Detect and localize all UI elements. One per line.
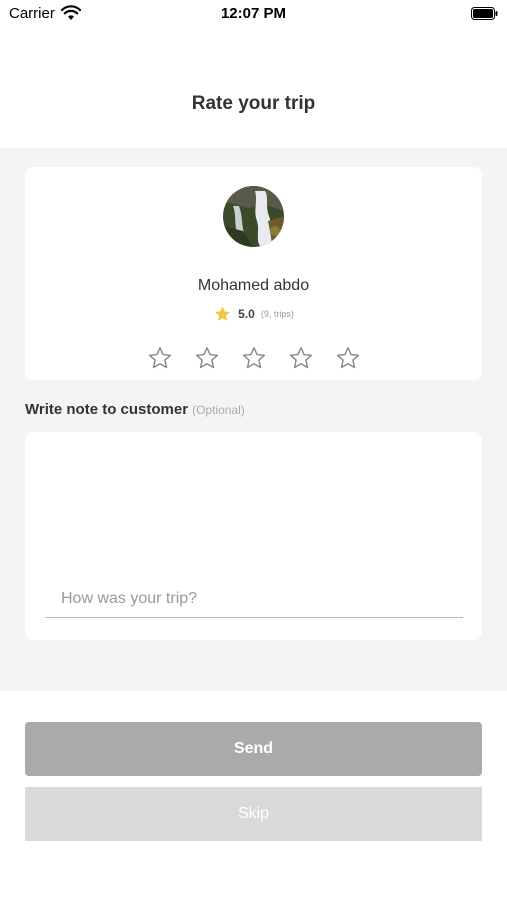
waterfall-photo <box>223 186 284 247</box>
rating-stars <box>25 345 482 371</box>
star-filled-icon <box>215 306 231 321</box>
driver-rating: 5.0 (9, trips) <box>25 305 482 323</box>
avatar <box>223 186 284 247</box>
optional-hint: (Optional) <box>192 403 245 417</box>
star-outline-icon[interactable] <box>335 345 361 371</box>
clock: 12:07 PM <box>220 5 287 22</box>
page-title: Rate your trip <box>191 93 316 114</box>
star-outline-icon[interactable] <box>288 345 314 371</box>
rating-content: Mohamed abdo 5.0 (9, trips) Write note t… <box>0 148 507 691</box>
note-card <box>25 432 482 640</box>
note-label: Write note to customer (Optional) <box>25 401 245 418</box>
battery-icon <box>471 7 498 20</box>
skip-button[interactable]: Skip <box>25 787 482 841</box>
send-button[interactable]: Send <box>25 722 482 776</box>
note-label-text: Write note to customer <box>25 401 189 418</box>
driver-name: Mohamed abdo <box>197 277 310 294</box>
status-bar: Carrier 12:07 PM <box>0 0 507 30</box>
star-outline-icon[interactable] <box>194 345 220 371</box>
driver-card: Mohamed abdo 5.0 (9, trips) <box>25 167 482 380</box>
trip-note-input[interactable] <box>45 580 463 618</box>
trip-count: (9, trips) <box>260 309 294 319</box>
star-outline-icon[interactable] <box>241 345 267 371</box>
rating-value: 5.0 <box>238 307 255 321</box>
star-outline-icon[interactable] <box>147 345 173 371</box>
